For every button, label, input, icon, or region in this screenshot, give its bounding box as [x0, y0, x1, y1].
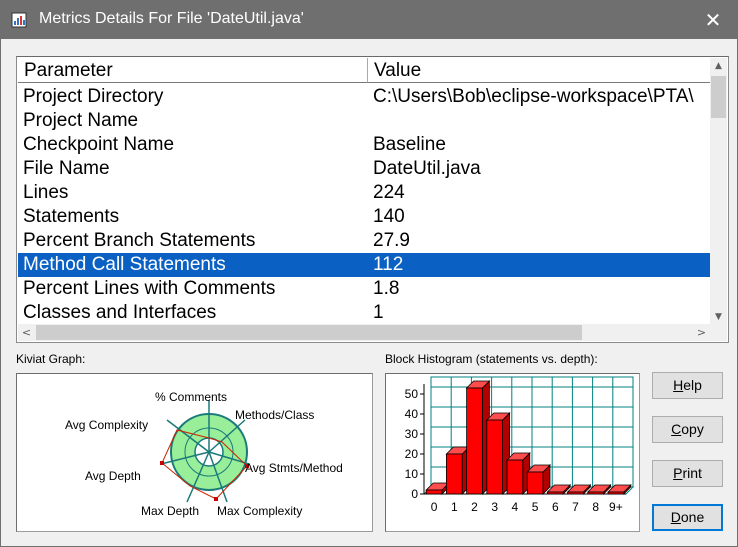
value-cell: 224	[373, 182, 405, 203]
help-button[interactable]: Help	[652, 372, 723, 399]
parameter-cell: Project Name	[23, 110, 139, 131]
vertical-scroll-thumb[interactable]	[711, 76, 726, 118]
kiviat-graph: % Comments Methods/Class Avg Stmts/Metho…	[65, 390, 343, 518]
histogram-y-tick-label: 50	[405, 387, 419, 401]
histogram-x-tick-label: 5	[532, 500, 539, 514]
vertical-scrollbar[interactable]: ▲ ▼	[710, 58, 727, 326]
value-cell: 1.8	[373, 278, 400, 299]
app-icon	[11, 12, 27, 28]
table-row[interactable]: Checkpoint Name Baseline	[18, 133, 710, 157]
print-button[interactable]: Print	[652, 460, 723, 487]
histogram-label: Block Histogram (statements vs. depth):	[385, 352, 598, 366]
histogram-y-tick-label: 20	[405, 447, 419, 461]
histogram-x-tick-label: 2	[471, 500, 478, 514]
metrics-table[interactable]: Parameter Value Project Directory C:\User…	[16, 56, 729, 343]
scroll-corner	[710, 324, 727, 341]
copy-button[interactable]: Copy	[652, 416, 723, 443]
column-header-value[interactable]: Value	[368, 58, 710, 83]
window-title: Metrics Details For File 'DateUtil.java'	[39, 10, 304, 27]
kiviat-axis-label: Avg Depth	[85, 469, 141, 483]
parameter-cell: Percent Lines with Comments	[23, 278, 276, 299]
value-cell: 112	[373, 254, 404, 275]
table-row[interactable]: Lines 224	[18, 181, 710, 205]
table-row[interactable]: Statements 140	[18, 205, 710, 229]
histogram-bar	[567, 491, 584, 495]
histogram-x-tick-label: 6	[552, 500, 559, 514]
table-row[interactable]: Percent Branch Statements 27.9	[18, 229, 710, 253]
parameter-cell: Method Call Statements	[23, 254, 226, 275]
horizontal-scroll-thumb[interactable]	[36, 325, 582, 340]
histogram-panel: 0 10 20 30 40 50 0 1 2 3 4 5 6 7 8 9+	[385, 373, 640, 532]
scroll-up-icon[interactable]: ▲	[710, 58, 727, 75]
kiviat-axis-label: Max Complexity	[217, 504, 302, 518]
histogram-x-tick-label: 8	[592, 500, 599, 514]
parameter-cell: Statements	[23, 206, 120, 227]
table-row[interactable]: Classes and Interfaces 1	[18, 301, 710, 325]
scroll-left-icon[interactable]: <	[18, 324, 35, 341]
parameter-cell: Percent Branch Statements	[23, 230, 256, 251]
histogram-bar	[425, 489, 443, 495]
value-cell: 27.9	[373, 230, 410, 251]
kiviat-axis-label: % Comments	[155, 390, 227, 404]
block-histogram: 010203040500 1 2 3 4 5 6 7 8 9+	[405, 376, 635, 514]
parameter-cell: Lines	[23, 182, 69, 203]
table-row[interactable]: Project Name	[18, 109, 710, 133]
histogram-bar	[486, 419, 503, 495]
parameter-cell: Project Directory	[23, 86, 164, 107]
histogram-bar	[466, 387, 483, 495]
horizontal-scrollbar[interactable]: < >	[18, 324, 710, 341]
histogram-x-tick-label: 4	[512, 500, 519, 514]
scroll-right-icon[interactable]: >	[693, 324, 710, 341]
histogram-y-tick-label: 0	[411, 487, 418, 501]
histogram-x-tick-label: 9+	[609, 500, 623, 514]
histogram-y-tick-label: 40	[405, 407, 419, 421]
histogram-x-tick-label: 3	[491, 500, 498, 514]
kiviat-axis-label: Methods/Class	[235, 408, 314, 422]
parameter-cell: Checkpoint Name	[23, 134, 175, 155]
metrics-details-dialog: Metrics Details For File 'DateUtil.java'…	[0, 0, 738, 547]
column-header-parameter[interactable]: Parameter	[18, 58, 368, 83]
title-bar: Metrics Details For File 'DateUtil.java'…	[1, 1, 737, 39]
histogram-bar	[506, 459, 524, 495]
kiviat-label: Kiviat Graph:	[16, 352, 86, 366]
histogram-bar	[547, 491, 564, 495]
histogram-y-tick-label: 10	[405, 467, 419, 481]
histogram-x-tick-label: 1	[451, 500, 458, 514]
histogram-x-tick-label: 0	[431, 500, 438, 514]
table-row[interactable]: Percent Lines with Comments 1.8	[18, 277, 710, 301]
parameter-cell: Classes and Interfaces	[23, 302, 217, 323]
histogram-bar	[446, 453, 463, 495]
histogram-bar	[607, 491, 625, 495]
kiviat-panel: % Comments Methods/Class Avg Stmts/Metho…	[16, 373, 373, 532]
value-cell: C:\Users\Bob\eclipse-workspace\PTA\	[373, 86, 694, 107]
kiviat-axis-label: Avg Stmts/Method	[245, 461, 343, 475]
histogram-bar	[526, 471, 544, 495]
value-cell: 140	[373, 206, 405, 227]
histogram-y-tick-label: 30	[405, 427, 419, 441]
done-button[interactable]: Done	[652, 504, 723, 531]
histogram-bar	[587, 491, 604, 495]
kiviat-axis-label: Avg Complexity	[65, 418, 148, 432]
table-body: Project Directory C:\Users\Bob\eclipse-wo…	[18, 85, 710, 327]
table-row[interactable]: Method Call Statements 112	[18, 253, 710, 277]
value-cell: 1	[373, 302, 384, 323]
kiviat-axis-label: Max Depth	[141, 504, 199, 518]
table-row[interactable]: Project Directory C:\Users\Bob\eclipse-wo…	[18, 85, 710, 109]
value-cell: DateUtil.java	[373, 158, 481, 179]
table-row[interactable]: File Name DateUtil.java	[18, 157, 710, 181]
parameter-cell: File Name	[23, 158, 110, 179]
table-header: Parameter Value	[18, 58, 710, 83]
value-cell: Baseline	[373, 134, 446, 155]
close-icon[interactable]: ✕	[701, 8, 725, 32]
histogram-x-tick-label: 7	[572, 500, 579, 514]
